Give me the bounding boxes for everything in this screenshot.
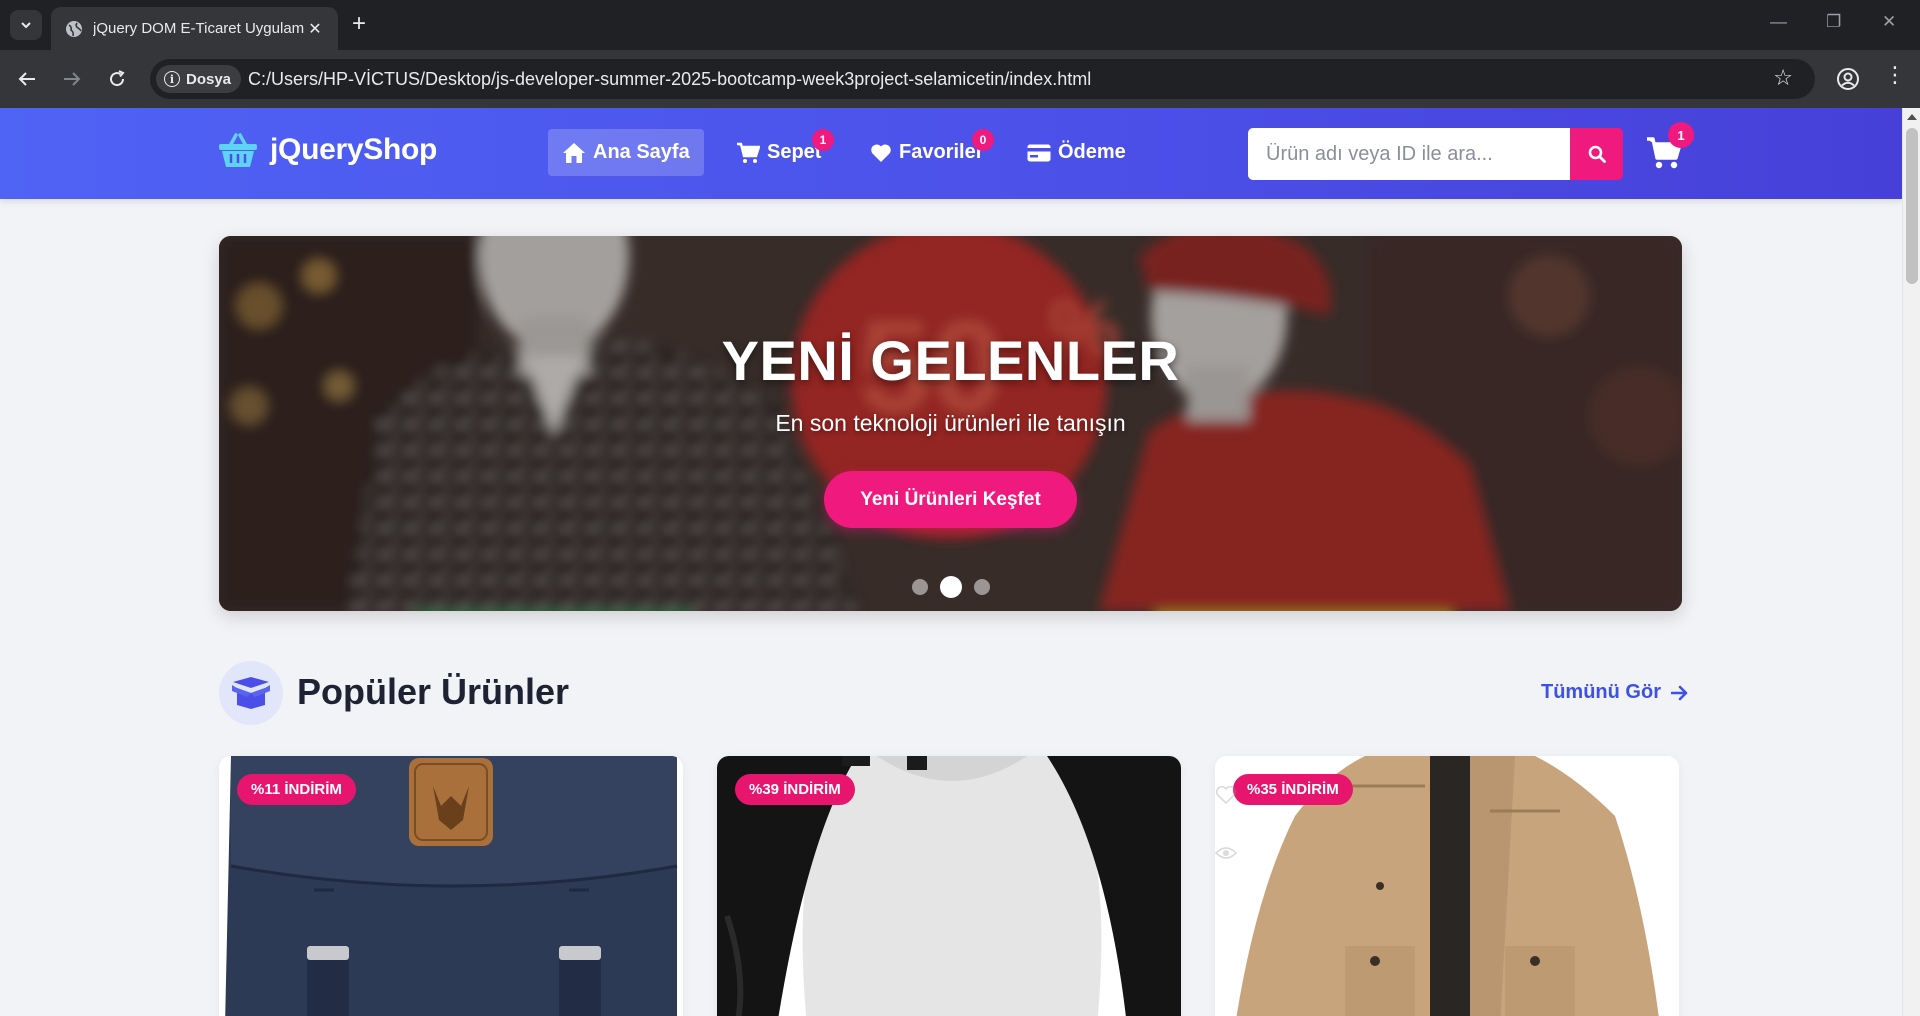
header-cart-button[interactable]: 1 — [1646, 122, 1694, 176]
hero-title: YENİ GELENLER — [721, 329, 1180, 392]
new-tab-button[interactable]: + — [352, 12, 366, 36]
browser-toolbar: i Dosya C:/Users/HP-VİCTUS/Desktop/js-de… — [0, 50, 1920, 108]
quick-view-eye-icon[interactable] — [1215, 842, 1237, 864]
basket-icon — [219, 133, 257, 167]
scrollbar-thumb[interactable] — [1906, 128, 1918, 284]
site-header: jQueryShop Ana Sayfa Sepet 1 Favoriler 0… — [0, 108, 1902, 199]
tab-title: jQuery DOM E-Ticaret Uygulam — [93, 20, 304, 37]
address-bar[interactable]: i Dosya C:/Users/HP-VİCTUS/Desktop/js-de… — [150, 59, 1815, 99]
slider-dot[interactable] — [911, 579, 928, 595]
section-icon — [219, 661, 283, 725]
forward-arrow-icon[interactable] — [60, 67, 84, 91]
search-form — [1248, 128, 1623, 180]
favorites-count-badge: 0 — [972, 129, 994, 151]
back-arrow-icon[interactable] — [15, 67, 39, 91]
box-open-icon — [232, 677, 270, 709]
discount-badge: %35 İNDİRİM — [1233, 774, 1353, 805]
nav-home-label: Ana Sayfa — [593, 141, 690, 163]
close-window-icon[interactable]: ✕ — [1882, 12, 1896, 32]
site-info-label: Dosya — [186, 70, 232, 88]
heart-icon — [871, 143, 891, 162]
globe-icon — [66, 20, 82, 37]
favorite-heart-icon[interactable] — [1215, 784, 1237, 806]
profile-icon[interactable] — [1836, 67, 1860, 91]
product-card[interactable]: %35 İNDİRİM — [1215, 756, 1679, 1016]
search-button[interactable] — [1570, 128, 1623, 180]
brand-name: jQueryShop — [270, 133, 438, 166]
bookmark-star-icon[interactable]: ☆ — [1773, 67, 1793, 89]
product-card[interactable]: %39 İNDİRİM — [717, 756, 1181, 1016]
hero-subtitle: En son teknoloji ürünleri ile tanışın — [775, 410, 1126, 436]
menu-kebab-icon[interactable]: ⋮ — [1884, 64, 1906, 86]
section-title: Popüler Ürünler — [297, 671, 570, 712]
brand-logo[interactable]: jQueryShop — [218, 130, 437, 170]
see-all-link[interactable]: Tümünü Gör — [1541, 681, 1689, 704]
nav-favorites-label: Favoriler — [899, 141, 984, 163]
close-tab-icon[interactable]: ✕ — [304, 19, 326, 39]
header-cart-badge: 1 — [1668, 122, 1694, 148]
info-icon: i — [164, 71, 180, 87]
page-viewport: jQueryShop Ana Sayfa Sepet 1 Favoriler 0… — [0, 108, 1902, 1016]
nav-favorites[interactable]: Favoriler 0 — [856, 129, 997, 176]
arrow-right-icon — [1670, 685, 1688, 700]
search-icon — [1588, 145, 1606, 163]
cart-icon — [737, 142, 760, 163]
browser-tab-bar: jQuery DOM E-Ticaret Uygulam ✕ + — ❐ ✕ — [0, 0, 1920, 50]
scroll-up-arrow-icon[interactable] — [1907, 114, 1917, 120]
page-scrollbar[interactable] — [1902, 108, 1920, 1016]
see-all-label: Tümünü Gör — [1541, 681, 1661, 703]
slider-indicators — [219, 576, 1682, 598]
nav-cart[interactable]: Sepet 1 — [722, 129, 835, 176]
minimize-icon[interactable]: — — [1770, 12, 1787, 32]
explore-new-products-button[interactable]: Yeni Ürünleri Keşfet — [824, 471, 1077, 528]
slider-dot-active[interactable] — [939, 576, 962, 598]
tab-search-button[interactable] — [10, 10, 42, 40]
product-card[interactable]: %11 İNDİRİM — [219, 756, 683, 1016]
nav-home[interactable]: Ana Sayfa — [548, 129, 704, 176]
home-icon — [563, 142, 585, 163]
reload-icon[interactable] — [105, 67, 129, 91]
chevron-down-icon — [21, 22, 31, 29]
discount-badge: %39 İNDİRİM — [735, 774, 855, 805]
hero-slider: 50 % YENİ GELENLER En son teknoloji ürün… — [219, 236, 1682, 611]
browser-tab[interactable]: jQuery DOM E-Ticaret Uygulam ✕ — [51, 7, 338, 50]
nav-checkout-label: Ödeme — [1058, 141, 1126, 163]
slider-dot[interactable] — [973, 579, 990, 595]
restore-icon[interactable]: ❐ — [1826, 12, 1841, 32]
credit-card-icon — [1027, 144, 1051, 161]
discount-badge: %11 İNDİRİM — [237, 774, 356, 805]
cart-count-badge: 1 — [812, 129, 834, 151]
nav-checkout[interactable]: Ödeme — [1013, 129, 1140, 176]
site-info-chip[interactable]: i Dosya — [156, 65, 242, 93]
search-input[interactable] — [1248, 128, 1570, 180]
url-text[interactable]: C:/Users/HP-VİCTUS/Desktop/js-developer-… — [248, 69, 1091, 90]
